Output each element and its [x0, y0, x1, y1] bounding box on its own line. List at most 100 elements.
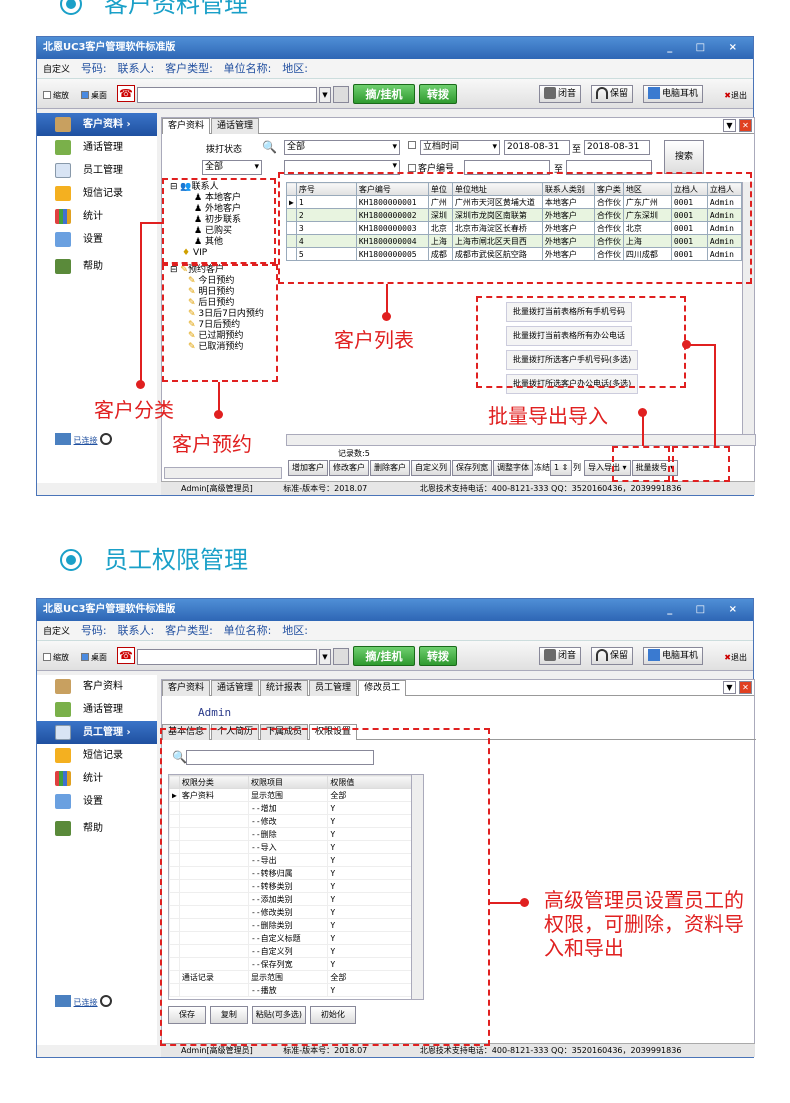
custom-column-button[interactable]: 自定义列 [411, 460, 451, 476]
close-icon[interactable]: ✕ [739, 681, 752, 694]
sidebar-item-help[interactable]: 帮助 [37, 817, 157, 840]
sidebar: 客户资料 › 通话管理 员工管理 短信记录 统计 设置 帮助 已连接 [37, 113, 157, 483]
sidebar-item-sms[interactable]: 短信记录 [37, 182, 157, 205]
connector-line [686, 344, 716, 346]
tab-reports[interactable]: 统计报表 [260, 680, 309, 696]
chevron-down-icon[interactable]: ▼ [319, 87, 331, 103]
date-from-input[interactable]: 2018-08-31 [504, 140, 570, 155]
delete-customer-button[interactable]: 删除客户 [370, 460, 410, 476]
save-column-width-button[interactable]: 保存列宽 [452, 460, 492, 476]
desktop-toggle[interactable]: 桌面 [81, 90, 107, 101]
keypad-icon[interactable] [333, 86, 349, 103]
stepper-value: 1 [554, 463, 560, 472]
sidebar-item-customers[interactable]: 客户资料 › [37, 113, 157, 136]
mic-icon [544, 649, 556, 661]
sidebar-item-calls[interactable]: 通话管理 [37, 698, 157, 721]
customer-icon [55, 117, 71, 132]
close-icon[interactable]: ✕ [739, 119, 752, 132]
date-to-input[interactable]: 2018-08-31 [584, 140, 650, 155]
headset-button[interactable]: 电脑耳机 [643, 85, 704, 103]
transfer-button[interactable]: 转拨 [419, 84, 457, 104]
status-support: 北恩技术支持电话：400-8121-333 QQ：3520160436，2039… [419, 1046, 682, 1055]
calls-icon [55, 702, 71, 717]
sidebar-item-calls[interactable]: 通话管理 [37, 136, 157, 159]
sidebar-item-sms[interactable]: 短信记录 [37, 744, 157, 767]
exit-icon: ✖ [724, 91, 731, 100]
transfer-button[interactable]: 转拨 [419, 646, 457, 666]
exit-button[interactable]: ✖退出 [724, 652, 747, 663]
tab-edit-staff[interactable]: 修改员工 [358, 680, 407, 696]
dial-status-select[interactable]: 全部 ▾ [284, 140, 400, 155]
dial-button[interactable]: 摘/挂机 [353, 84, 415, 104]
category-select[interactable]: 全部 ▾ [202, 160, 262, 175]
phone-number-input[interactable] [137, 649, 317, 665]
toolbar: 缩放 桌面 ☎ ▼ 摘/挂机 转拨 闭音 保留 电脑耳机 ✖退出 [37, 641, 753, 671]
keypad-icon[interactable] [333, 648, 349, 665]
headset-label: 电脑耳机 [662, 651, 699, 661]
status-user: Admin[高级管理员] [181, 484, 253, 493]
adjust-font-button[interactable]: 调整字体 [493, 460, 533, 476]
sidebar-item-settings[interactable]: 设置 [37, 228, 157, 251]
sidebar-item-stats[interactable]: 统计 [37, 767, 157, 790]
tree-scrollbar[interactable] [164, 467, 282, 479]
tab-calls[interactable]: 通话管理 [211, 118, 260, 134]
date-filter[interactable] [408, 141, 418, 151]
add-customer-button[interactable]: 增加客户 [288, 460, 328, 476]
freeze-stepper[interactable]: 1 ⇕ [550, 460, 572, 476]
minimize-toggle[interactable]: 缩放 [43, 652, 69, 663]
mute-button[interactable]: 闭音 [539, 85, 582, 103]
search-icon[interactable]: 🔍 [262, 140, 277, 154]
info-contact: 联系人: [117, 624, 155, 637]
mute-button[interactable]: 闭音 [539, 647, 582, 665]
status-support: 北恩技术支持电话：400-8121-333 QQ：3520160436，2039… [419, 484, 682, 493]
status-bar: Admin[高级管理员] 标准-版本号：2018.07 北恩技术支持电话：400… [161, 481, 755, 495]
tab-customers[interactable]: 客户资料 [162, 680, 211, 696]
window-controls[interactable]: _ □ × [667, 37, 747, 59]
phone-icon[interactable]: ☎ [117, 647, 135, 664]
date-field-select[interactable]: 立档时间 ▾ [420, 140, 500, 155]
category-highlight [162, 178, 276, 264]
chevron-down-icon[interactable]: ▼ [319, 649, 331, 665]
checkbox-icon [408, 141, 416, 149]
sidebar-item-label: 设置 [83, 796, 103, 807]
grid-hscroll[interactable] [286, 434, 756, 446]
tab-staff[interactable]: 员工管理 [309, 680, 358, 696]
select-value: 全部 [287, 142, 306, 152]
import-export-highlight [612, 446, 670, 482]
exit-label: 退出 [731, 653, 747, 662]
dial-button[interactable]: 摘/挂机 [353, 646, 415, 666]
sidebar-item-staff[interactable]: 员工管理 [37, 159, 157, 182]
sidebar-item-help[interactable]: 帮助 [37, 255, 157, 278]
exit-button[interactable]: ✖退出 [724, 90, 747, 101]
status-user: Admin[高级管理员] [181, 1046, 253, 1055]
window-controls[interactable]: _ □ × [667, 599, 747, 621]
hold-button[interactable]: 保留 [591, 647, 634, 665]
info-contact: 联系人: [117, 62, 155, 75]
phone-icon[interactable]: ☎ [117, 85, 135, 102]
chevron-down-icon[interactable]: ▼ [723, 681, 736, 694]
phone-number-input[interactable] [137, 87, 317, 103]
minimize-toggle[interactable]: 缩放 [43, 90, 69, 101]
chevron-down-icon[interactable]: ▼ [723, 119, 736, 132]
computer-icon [648, 649, 660, 661]
hold-button[interactable]: 保留 [591, 85, 634, 103]
tab-strip: 客户资料 通话管理 ▼ ✕ [162, 118, 754, 134]
sidebar-item-staff[interactable]: 员工管理 › [37, 721, 157, 744]
custom-label[interactable]: 自定义 [43, 627, 70, 637]
desktop-toggle[interactable]: 桌面 [81, 652, 107, 663]
sidebar-item-customers[interactable]: 客户资料 [37, 675, 157, 698]
permission-highlight [160, 728, 490, 1046]
tab-customers[interactable]: 客户资料 [162, 118, 211, 134]
minimize-label: 缩放 [53, 653, 69, 662]
tab-calls[interactable]: 通话管理 [211, 680, 260, 696]
sidebar-item-stats[interactable]: 统计 [37, 205, 157, 228]
section-heading-1: 客户资料管理 [60, 0, 248, 19]
settings-icon [55, 794, 71, 809]
custom-label[interactable]: 自定义 [43, 65, 70, 75]
search-button[interactable]: 搜索 [664, 140, 704, 174]
select-value: 全部 [205, 162, 224, 172]
sidebar-item-settings[interactable]: 设置 [37, 790, 157, 813]
headset-button[interactable]: 电脑耳机 [643, 647, 704, 665]
edit-customer-button[interactable]: 修改客户 [329, 460, 369, 476]
status-version: 标准-版本号：2018.07 [283, 484, 368, 493]
